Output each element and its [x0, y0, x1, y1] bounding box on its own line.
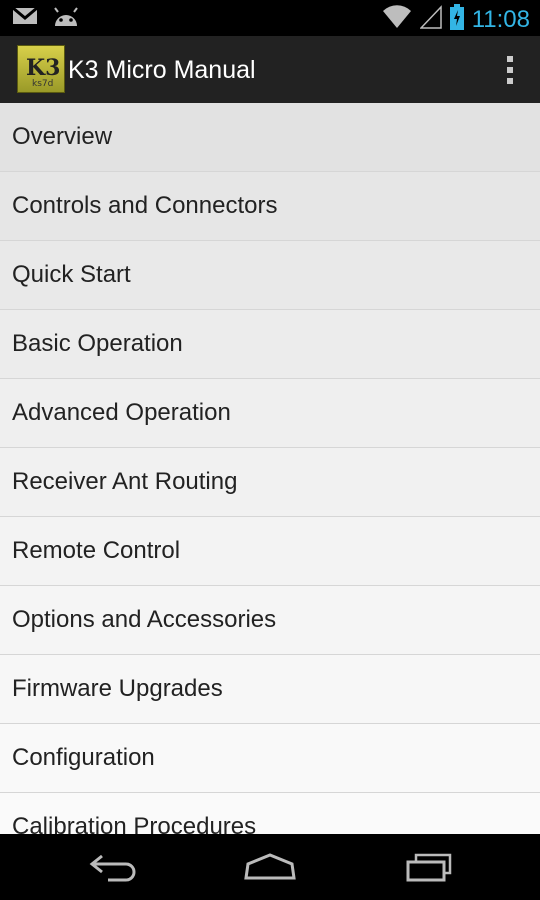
recent-apps-icon[interactable]	[400, 852, 460, 882]
list-item-label: Configuration	[12, 744, 155, 771]
navigation-bar	[0, 834, 540, 900]
android-icon	[52, 6, 80, 33]
gmail-icon	[12, 6, 38, 33]
list-item-calibration-procedures[interactable]: Calibration Procedures	[0, 793, 540, 834]
list-item-quick-start[interactable]: Quick Start	[0, 241, 540, 310]
list-item-label: Firmware Upgrades	[12, 675, 223, 702]
list-item-controls-and-connectors[interactable]: Controls and Connectors	[0, 172, 540, 241]
list-item-basic-operation[interactable]: Basic Operation	[0, 310, 540, 379]
list-item-overview[interactable]: Overview	[0, 103, 540, 172]
chapter-list: Overview Controls and Connectors Quick S…	[0, 103, 540, 834]
clock: 11:08	[471, 5, 530, 33]
app-logo-icon[interactable]: K3 ks7d	[17, 45, 65, 93]
status-bar: 11:08	[0, 0, 540, 36]
wifi-icon	[382, 5, 412, 34]
list-item-label: Overview	[12, 123, 113, 150]
list-item-label: Basic Operation	[12, 330, 183, 357]
list-item-firmware-upgrades[interactable]: Firmware Upgrades	[0, 655, 540, 724]
overflow-menu-icon[interactable]	[500, 52, 520, 88]
signal-icon	[418, 5, 442, 34]
app-logo-text: K3	[26, 55, 61, 81]
list-item-label: Quick Start	[12, 261, 131, 288]
app-logo-subtext: ks7d	[32, 79, 54, 89]
back-icon[interactable]	[84, 852, 144, 882]
list-item-configuration[interactable]: Configuration	[0, 724, 540, 793]
list-item-label: Calibration Procedures	[12, 813, 257, 834]
list-item-advanced-operation[interactable]: Advanced Operation	[0, 379, 540, 448]
list-item-label: Remote Control	[12, 537, 181, 564]
list-item-options-and-accessories[interactable]: Options and Accessories	[0, 586, 540, 655]
action-bar: K3 ks7d K3 Micro Manual	[0, 36, 540, 104]
battery-charging-icon	[449, 4, 464, 35]
list-item-receiver-ant-routing[interactable]: Receiver Ant Routing	[0, 448, 540, 517]
home-icon[interactable]	[240, 852, 300, 882]
list-item-label: Controls and Connectors	[12, 192, 278, 219]
list-item-label: Advanced Operation	[12, 399, 231, 426]
app-title: K3 Micro Manual	[68, 56, 256, 84]
list-item-label: Receiver Ant Routing	[12, 468, 238, 495]
list-item-remote-control[interactable]: Remote Control	[0, 517, 540, 586]
list-item-label: Options and Accessories	[12, 606, 277, 633]
